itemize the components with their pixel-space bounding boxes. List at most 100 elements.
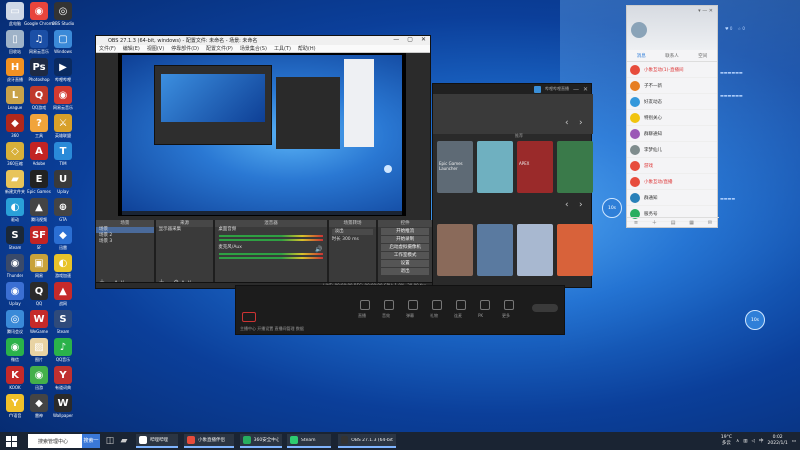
game-tile[interactable] [557,224,593,276]
obs-control-button[interactable]: 设置 [381,260,430,267]
game-tile[interactable] [517,224,553,276]
desktop-shortcut[interactable]: H 虎牙直播 [2,58,28,88]
close-icon[interactable]: ✕ [421,36,426,43]
desktop-shortcut[interactable]: ◉ 网易云音乐 [50,86,76,116]
desktop-shortcut[interactable]: ▰ 新建文件夹 [2,170,28,200]
desktop-shortcut[interactable]: ▣ 网易 [26,254,52,284]
timer-badge[interactable]: 10s [745,310,765,330]
desktop-shortcut[interactable]: ◉ 微信 [2,338,28,368]
menu-item[interactable]: 配置文件(P) [206,45,233,52]
desktop-shortcut[interactable]: Y YY语音 [2,394,28,424]
game-tile[interactable] [477,224,513,276]
desktop-shortcut[interactable]: ◐ 游戏加速 [50,254,76,284]
desktop-shortcut[interactable]: ▲ 战网 [50,282,76,312]
controls-dock[interactable]: 控件 开始推流 开始录制 启动虚拟摄像机 工作室模式 设置 退出 [378,220,433,288]
desktop-shortcut[interactable]: W Wallpaper [50,394,76,424]
desktop-shortcut[interactable]: S Steam [2,226,28,256]
ime-icon[interactable]: 中 [759,438,764,444]
desktop-shortcut[interactable]: ◆ 雷神 [26,394,52,424]
desktop-shortcut[interactable]: ▯ 回收站 [2,30,28,60]
desktop-shortcut[interactable]: ♫ 网易云音乐 [26,30,52,60]
transition-type-select[interactable]: 淡出 [331,229,374,235]
menu-icon[interactable]: ≡ [634,220,638,226]
scenes-dock[interactable]: 场景 场景 场景 2 场景 3 ＋ − ∧ ∨ [96,220,154,288]
stream-tool-icon[interactable] [408,300,418,310]
obs-control-button[interactable]: 工作室模式 [381,252,430,259]
desktop-shortcut[interactable]: ▶ 哔哩哔哩 [50,58,76,88]
chat-bottom-toolbar[interactable]: ≡ ＋ ▤ ▦ ✉ [627,217,719,227]
desktop-shortcut[interactable]: Q QQ游戏 [26,86,52,116]
stream-tool-icon[interactable] [480,300,490,310]
obs-window[interactable]: OBS 27.1.3 (64-bit, windows) - 配置文件: 未命名… [95,35,433,289]
desktop-shortcut[interactable]: ◉ Uplay [2,282,28,312]
chat-list-item[interactable]: 好友动态 [627,94,717,110]
desktop-shortcut[interactable]: ♪ QQ音乐 [50,338,76,368]
chat-list-item[interactable]: 特别关心 [627,110,717,126]
prev-arrow-icon[interactable]: ‹ [565,118,569,128]
file-icon[interactable]: ▤ [671,220,676,226]
mixer-dock[interactable]: 混音器 桌面音频 麦克风/Aux 🔊 [215,220,327,288]
close-icon[interactable]: ✕ [583,86,588,93]
chat-list-item[interactable]: 小象互动/直播 [627,174,717,190]
windows-start-icon[interactable] [4,434,18,448]
desktop-shortcut[interactable]: ◆ 迅雷 [50,226,76,256]
desktop-shortcut[interactable]: Y 有道词典 [50,366,76,396]
chat-window[interactable]: ▾ — ✕ 消息 联系人 空间 小象互动(1)-直播间 子不一新 好友动态 特别关心 群聊通… [626,5,719,228]
desktop-shortcut[interactable]: ▢ Windows [50,30,76,60]
menu-item[interactable]: 场景集合(S) [240,45,267,52]
desktop-shortcut[interactable]: ◆ 360 [2,114,28,144]
next-arrow-icon[interactable]: › [579,118,583,128]
add-icon[interactable]: ＋ [652,219,657,226]
mail-icon[interactable]: ✉ [708,220,712,226]
chat-list-item[interactable]: 群通知 [627,190,717,206]
chat-list-item[interactable]: 子不一新 [627,78,717,94]
game-tile[interactable]: APEX [517,141,553,193]
app-icon[interactable]: ▦ [689,220,694,226]
start-live-button[interactable] [532,304,558,312]
task-view-icon[interactable]: ◫ [104,434,116,448]
menu-item[interactable]: 编辑(E) [123,45,140,52]
taskbar-app[interactable]: OBS 27.1.3 (64-bit... [338,434,396,448]
taskbar-app[interactable]: 哔哩哔哩 [136,434,178,448]
desktop-shortcut[interactable]: ▨ 图片 [26,338,52,368]
menu-item[interactable]: 视图(V) [147,45,164,52]
taskbar-app[interactable]: 小象直播伴侣 [184,434,234,448]
stream-tool-icon[interactable] [504,300,514,310]
prev-arrow-icon[interactable]: ‹ [565,200,569,210]
desktop-shortcut[interactable]: T TIM [50,142,76,172]
desktop-shortcut[interactable]: ◐ 驱动 [2,198,28,228]
taskbar-search-button[interactable]: 搜索一下 [82,434,100,448]
chat-tab[interactable]: 联系人 [665,53,679,59]
live-record-icon[interactable] [242,312,256,322]
chat-list-item[interactable]: 群聊通知 [627,126,717,142]
desktop-shortcut[interactable]: ◉ 迅游 [26,366,52,396]
desktop-shortcut[interactable]: U Uplay [50,170,76,200]
desktop-shortcut[interactable]: K KOOK [2,366,28,396]
stream-tool-icon[interactable] [384,300,394,310]
weather-widget[interactable]: 19°C 多云 [721,435,732,447]
obs-control-button[interactable]: 启动虚拟摄像机 [381,244,430,251]
game-tile[interactable] [437,224,473,276]
desktop-shortcut[interactable]: ◇ 360压缩 [2,142,28,172]
obs-control-button[interactable]: 开始录制 [381,236,430,243]
minimize-icon[interactable]: — [573,86,579,93]
chat-list-item[interactable]: 小象互动(1)-直播间 [627,62,717,78]
desktop-shortcut[interactable]: ▲ 腾讯视频 [26,198,52,228]
window-controls[interactable]: ▾ — ✕ [698,8,713,14]
taskbar-app[interactable]: Steam [287,434,331,448]
game-launcher-window[interactable]: 哔哩哔哩直播 — ✕ ‹ › 推荐 Epic Games Launcher APE… [432,83,593,288]
live-streaming-toolbar[interactable]: 直播 音效 弹幕 礼物 连麦 PK 更多 主播中心 开播设置 直播间管理 数据 [235,285,565,335]
chat-list-item[interactable]: 李梦仙儿 [627,142,717,158]
obs-control-button[interactable]: 退出 [381,268,430,275]
clock[interactable]: 0:02 2022/1/1 [768,435,788,447]
desktop-shortcut[interactable]: ⊕ GTA [50,198,76,228]
stream-tool-icon[interactable] [456,300,466,310]
network-icon[interactable]: ▥ [743,439,747,444]
desktop-shortcut[interactable]: ◎ OBS Studio [50,2,76,32]
timer-badge[interactable]: 10s [602,198,622,218]
tray-arrow-icon[interactable]: ∧ [736,439,739,444]
sources-dock[interactable]: 来源 显示器采集 ＋ − ⚙ ∧ ∨ [155,220,214,288]
chat-tab[interactable]: 消息 [637,53,646,59]
desktop-shortcut[interactable]: ⚔ 英雄联盟 [50,114,76,144]
chat-list-item[interactable]: 游戏 [627,158,717,174]
